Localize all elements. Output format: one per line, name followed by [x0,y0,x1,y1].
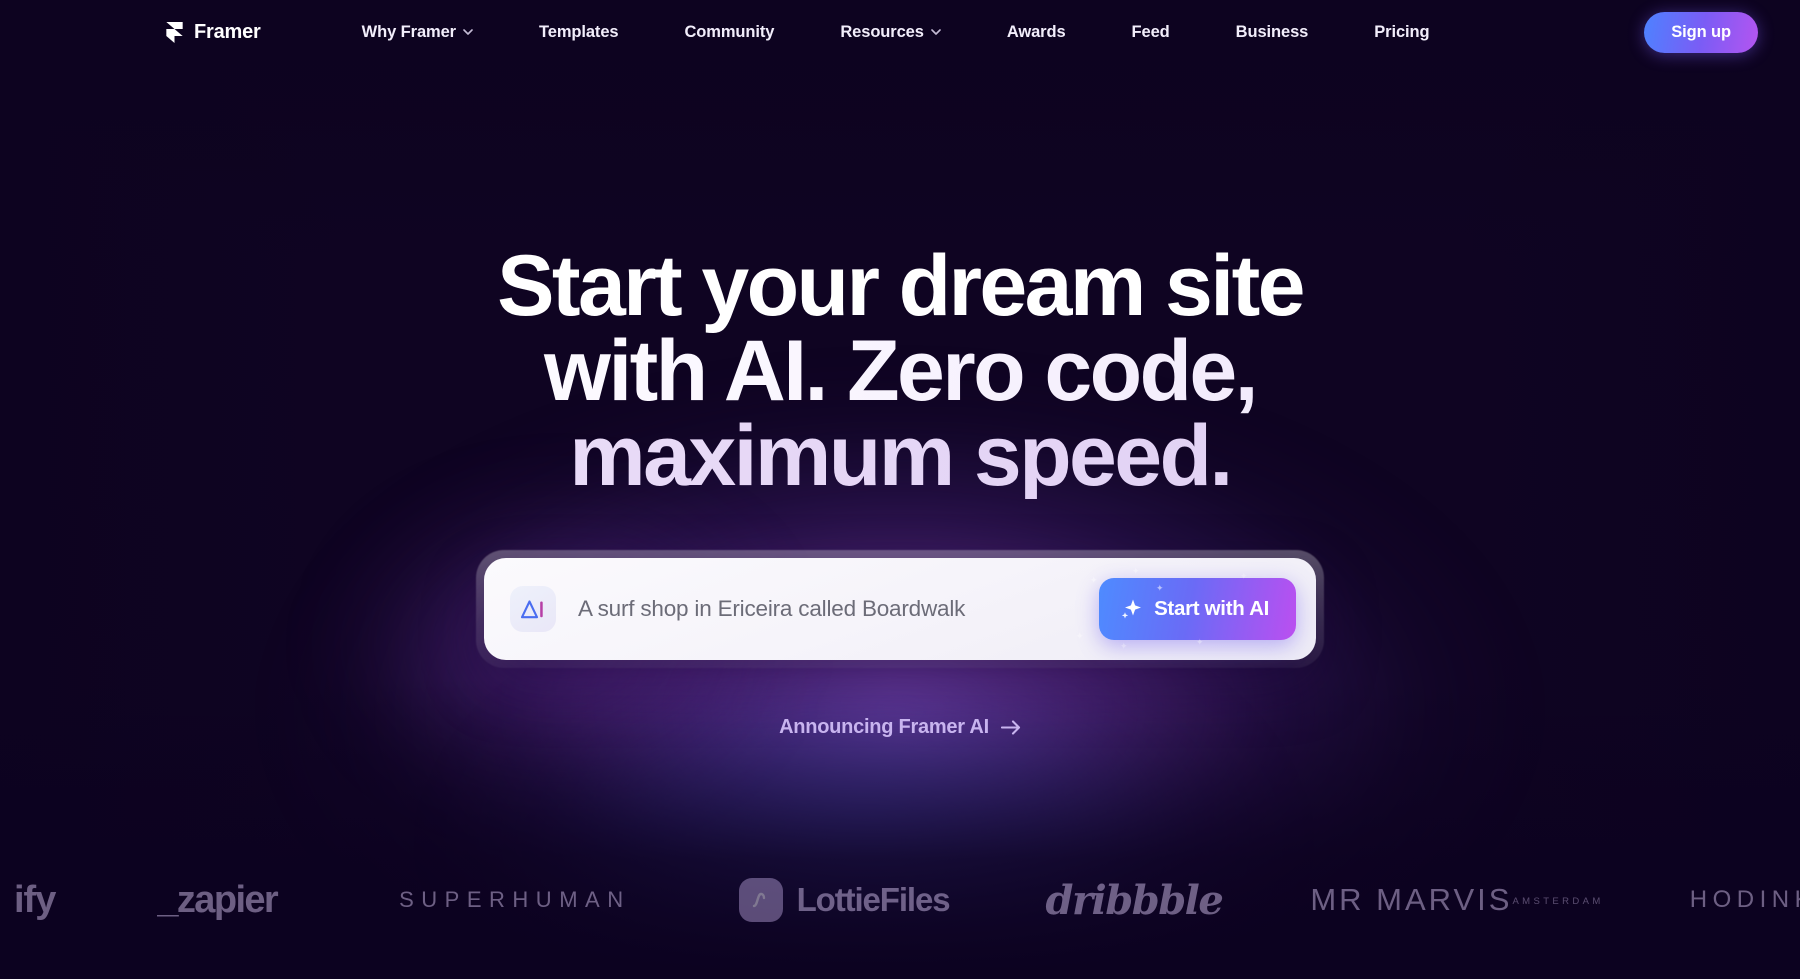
page-title: Start your dream site with AI. Zero code… [0,238,1800,499]
sign-up-button[interactable]: Sign up [1644,11,1758,53]
headline-line-1: Start your dream site [497,238,1305,334]
ai-glyph-icon [521,600,543,619]
lottie-squiggle-icon [752,892,765,908]
sparkle-particle-icon: ✦ [1090,575,1098,586]
logo-label: _zapier [157,878,278,921]
headline-line-3: maximum speed. [0,413,1800,499]
framer-logo-icon [166,21,183,43]
ai-badge-icon [510,586,556,633]
brand-logo[interactable]: Framer [166,21,261,44]
logo-hodinkee: HODINKEE [1604,886,1800,914]
nav-item-why-framer[interactable]: Why Framer [329,15,506,50]
logo-mr-marvis: MR MARVIS AMSTERDAM [1310,882,1603,918]
nav-item-feed[interactable]: Feed [1099,15,1203,50]
nav-item-label: Community [684,22,775,41]
ai-prompt-container: A surf shop in Ericeira called Boardwalk… [476,550,1324,669]
logo-label: ify [14,878,56,921]
logo-label: dribbble [1045,876,1224,924]
chevron-down-icon [931,29,941,35]
chevron-down-icon [463,29,473,35]
nav-item-label: Feed [1131,22,1170,41]
sparkle-particle-icon: ✦ [1132,566,1140,577]
framer-landing-page: Framer Why Framer Templates Community Re… [0,0,1800,979]
nav-item-label: Pricing [1374,22,1430,41]
hero-section: Start your dream site with AI. Zero code… [0,238,1800,739]
logo-label: LottieFiles [796,881,951,918]
arrow-right-icon [1000,720,1020,735]
top-navigation-bar: Framer Why Framer Templates Community Re… [0,0,1800,64]
nav-item-awards[interactable]: Awards [974,15,1099,50]
start-with-ai-button[interactable]: Start with AI [1099,578,1296,641]
logo-label: SUPERHUMAN [399,887,631,912]
nav-item-templates[interactable]: Templates [506,15,652,50]
logo-dribbble: dribbble [950,876,1224,924]
headline-line-2: with AI. Zero code, [0,328,1800,414]
nav-item-label: Awards [1006,22,1066,41]
nav-item-community[interactable]: Community [651,15,807,50]
brand-name: Framer [194,20,261,43]
nav-item-pricing[interactable]: Pricing [1341,15,1462,50]
logo-label: HODINKEE [1689,886,1800,913]
logo-lottiefiles: LottieFiles [738,878,951,922]
logo-zapier: _zapier [55,878,278,922]
logo-label: MR MARVIS [1310,882,1513,917]
prompt-input[interactable]: A surf shop in Ericeira called Boardwalk [578,596,1099,622]
logo-superhuman: SUPERHUMAN [277,887,630,913]
logo-sublabel: AMSTERDAM [1512,896,1604,907]
sparkle-particle-icon: ✦ [1076,631,1084,642]
announcement-label: Announcing Framer AI [779,716,989,739]
nav-links: Why Framer Templates Community Resources… [329,15,1463,50]
start-with-ai-label: Start with AI [1154,597,1269,621]
customer-logo-strip: ify _zapier SUPERHUMAN LottieFiles dribb… [0,861,1800,939]
nav-item-label: Business [1235,22,1309,41]
nav-item-resources[interactable]: Resources [807,15,973,50]
announcement-row: Announcing Framer AI [0,716,1800,739]
logo-spotify: ify [0,878,56,922]
nav-item-business[interactable]: Business [1203,15,1342,50]
nav-item-label: Resources [840,22,924,41]
lottiefiles-mark-icon [738,878,783,922]
announcing-framer-ai-link[interactable]: Announcing Framer AI [779,716,1021,739]
ai-prompt-bar: A surf shop in Ericeira called Boardwalk… [484,558,1316,661]
sparkle-icon [1121,599,1142,619]
sparkle-particle-icon: ✦ [1120,641,1128,652]
nav-item-label: Templates [538,22,619,41]
nav-item-label: Why Framer [361,22,456,41]
